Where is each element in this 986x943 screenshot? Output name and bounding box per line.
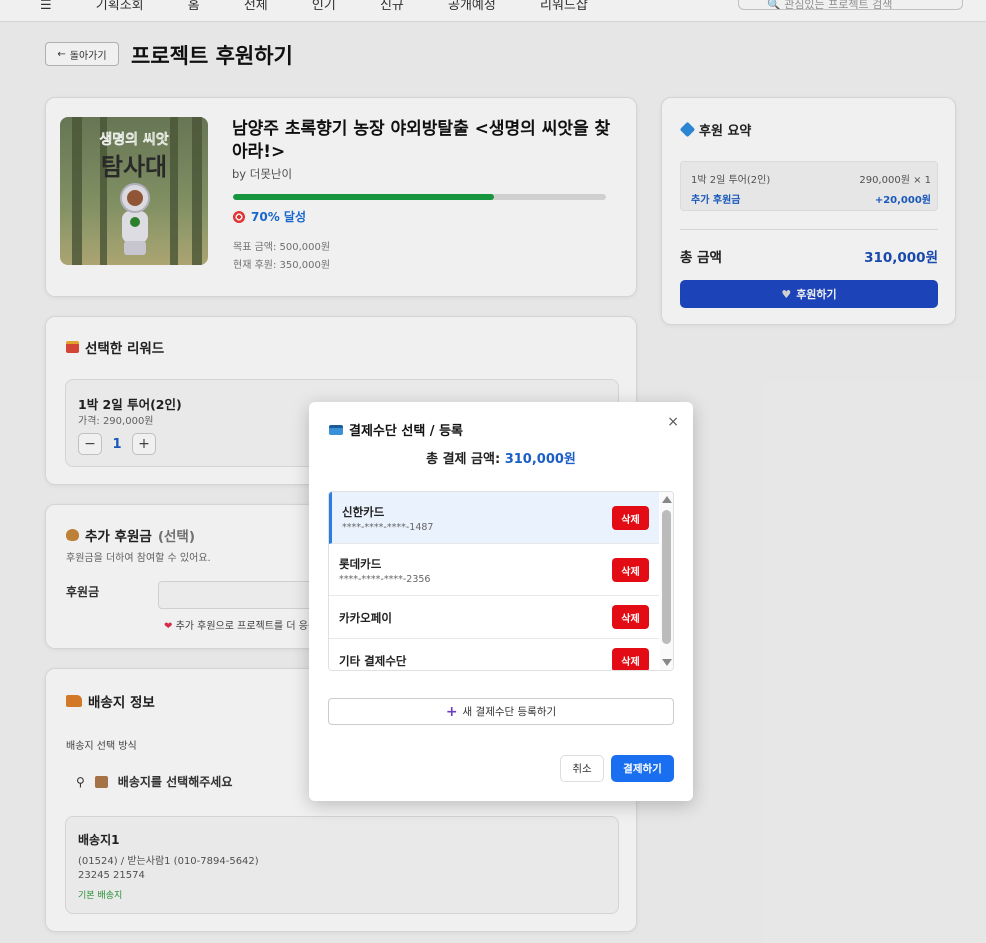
close-icon[interactable]: ×: [667, 414, 679, 430]
payment-list-scrollbar[interactable]: [660, 492, 673, 670]
cancel-button[interactable]: 취소: [560, 755, 604, 782]
delete-payment-button[interactable]: 삭제: [612, 558, 649, 582]
scrollbar-thumb[interactable]: [662, 510, 671, 644]
delete-payment-button[interactable]: 삭제: [612, 506, 649, 530]
scroll-down-icon[interactable]: [662, 659, 672, 666]
payment-method-item[interactable]: 기타 결제수단 삭제: [329, 639, 659, 670]
modal-total-amount: 총 결제 금액: 310,000원: [426, 452, 576, 467]
payment-method-modal: 결제수단 선택 / 등록 × 총 결제 금액: 310,000원 신한카드 **…: [309, 402, 693, 801]
payment-method-item[interactable]: 롯데카드 ****-****-****-2356 삭제: [329, 544, 659, 596]
pay-button[interactable]: 결제하기: [611, 755, 674, 782]
plus-icon: +: [445, 703, 458, 720]
payment-method-list: 신한카드 ****-****-****-1487 삭제 롯데카드 ****-**…: [328, 491, 674, 671]
delete-payment-button[interactable]: 삭제: [612, 648, 649, 670]
modal-title: 결제수단 선택 / 등록: [329, 420, 463, 439]
payment-method-item[interactable]: 카카오페이 삭제: [329, 596, 659, 639]
delete-payment-button[interactable]: 삭제: [612, 605, 649, 629]
credit-card-icon: [329, 424, 343, 435]
payment-method-item[interactable]: 신한카드 ****-****-****-1487 삭제: [329, 492, 659, 544]
scroll-up-icon[interactable]: [662, 496, 672, 503]
add-payment-method-button[interactable]: + 새 결제수단 등록하기: [328, 698, 674, 725]
